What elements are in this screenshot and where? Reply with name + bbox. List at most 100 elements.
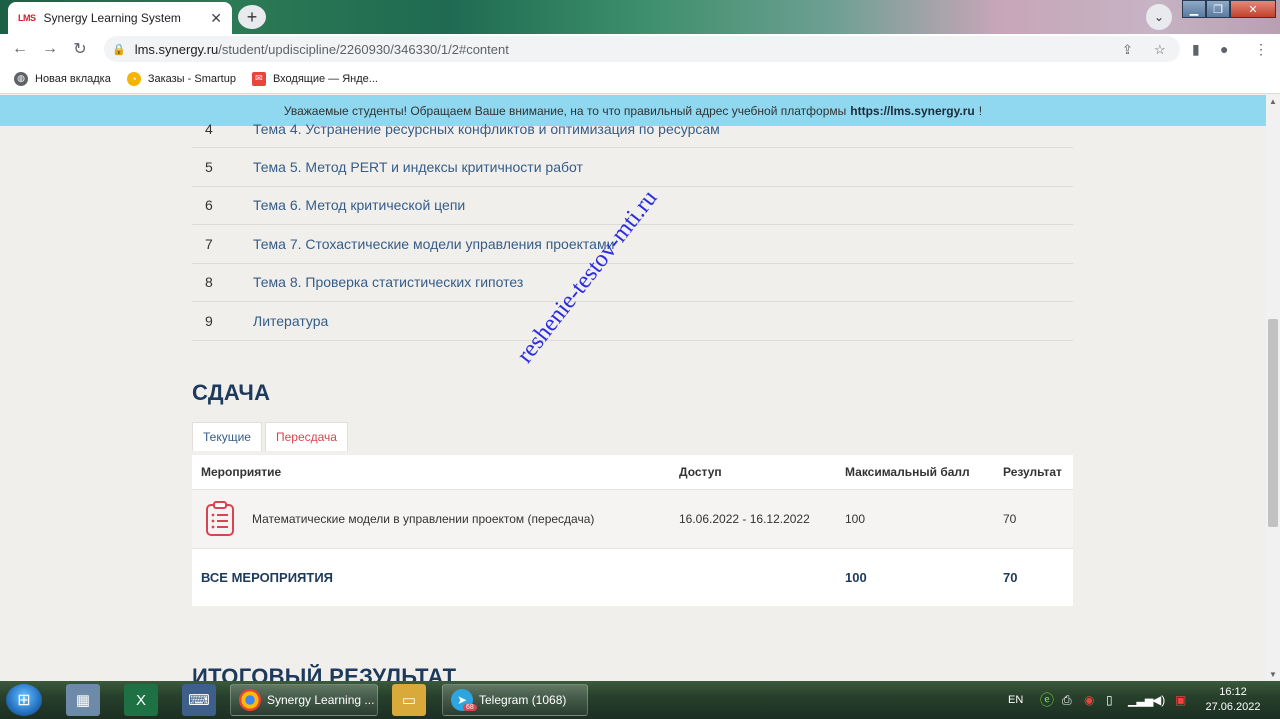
topic-link[interactable]: Тема 8. Проверка статистических гипотез [253,274,523,290]
battery-icon[interactable]: ▯ [1106,681,1113,719]
calculator-icon[interactable]: ▦ [66,684,100,716]
bookmark-label: Входящие — Янде... [272,72,378,85]
url-path: /student/updiscipline/2260930/346330/1/2… [218,41,509,57]
forward-arrow-icon[interactable]: → [40,39,60,59]
address-bar[interactable]: 🔒 lms.synergy.ru/student/updiscipline/22… [104,36,1180,62]
clock-date: 27.06.2022 [1205,701,1261,713]
chrome-icon [239,689,261,711]
bookmark-label: Заказы - Smartup [147,72,236,85]
lock-icon[interactable]: 🔒 [112,43,126,56]
antivirus-icon[interactable]: ◉ [1084,681,1094,719]
event-result: 70 [1003,512,1017,526]
bookmark-new-tab[interactable]: ◍ Новая вкладка [14,71,111,86]
window-minimize-button[interactable]: ▁ [1182,0,1206,18]
events-table: Мероприятие Доступ Максимальный балл Рез… [192,455,1073,606]
share-icon[interactable]: ⇪ [1122,42,1133,58]
taskbar-chrome-window[interactable]: Synergy Learning ... [230,684,378,716]
submission-section-title: СДАЧА [192,380,271,405]
clipboard-icon [206,501,234,536]
chrome-menu-icon[interactable]: ⋮ [1254,41,1268,58]
globe-icon: ◍ [14,71,28,86]
bookmarks-bar: ◍ Новая вкладка ◔ Заказы - Smartup ✉ Вхо… [0,64,1280,94]
tray-app-icon[interactable]: ⓔ [1040,681,1054,719]
start-button-windows-icon[interactable]: ⊞ [6,684,42,716]
pdf-reader-icon[interactable]: ▣ [1175,681,1186,719]
events-table-header: Мероприятие Доступ Максимальный балл Рез… [192,455,1073,490]
taskbar-telegram-window[interactable]: ➤ 68 Telegram (1068) [442,684,588,716]
topic-row: 9 Литература [192,302,1073,341]
bookmark-label: Новая вкладка [35,72,111,85]
tab-current[interactable]: Текущие [192,422,262,451]
submission-tabs: Текущие Пересдача [192,422,348,451]
window-close-button[interactable]: ✕ [1230,0,1276,18]
notice-link[interactable]: https://lms.synergy.ru [850,104,974,118]
column-header-access: Доступ [679,465,722,479]
event-cell: Математические модели в управлении проек… [192,501,670,537]
back-arrow-icon[interactable]: ← [10,39,30,59]
taskbar-telegram-label: Telegram (1068) [479,693,567,707]
total-label: ВСЕ МЕРОПРИЯТИЯ [201,570,334,585]
table-row[interactable]: Математические модели в управлении проек… [192,490,1073,549]
signal-icon[interactable]: ▁▃▅ [1128,681,1153,719]
topic-row: 4 Тема 4. Устранение ресурсных конфликто… [192,121,1073,148]
page-scrollbar[interactable]: ▲ ▼ [1266,95,1280,681]
topic-link[interactable]: Литература [253,313,328,329]
telegram-badge: 68 [463,704,477,711]
final-result-section-title: ИТОГОВЫЙ РЕЗУЛЬТАТ [192,664,457,681]
scroll-up-arrow-icon[interactable]: ▲ [1266,97,1280,106]
topic-number: 8 [205,274,213,291]
topic-number: 9 [205,312,213,329]
bookmark-star-icon[interactable]: ☆ [1154,42,1166,58]
column-header-event: Мероприятие [201,465,282,479]
events-total-row: ВСЕ МЕРОПРИЯТИЯ 100 70 [192,549,1073,606]
excel-icon[interactable]: X [124,684,158,716]
topic-link[interactable]: Тема 5. Метод PERT и индексы критичности… [253,159,583,175]
taskbar-chrome-label: Synergy Learning ... [267,693,375,707]
tab-retake[interactable]: Пересдача [264,422,348,451]
browser-tab[interactable]: LMS Synergy Learning System ✕ [8,2,232,34]
mail-icon: ✉ [251,71,266,86]
tab-search-chevron-icon[interactable]: ⌄ [1146,4,1172,30]
close-tab-icon[interactable]: ✕ [210,10,222,27]
event-max-score: 100 [845,512,866,526]
remote-desktop-icon[interactable]: ⌨ [182,684,216,716]
topic-row: 8 Тема 8. Проверка статистических гипоте… [192,264,1073,302]
side-panel-icon[interactable]: ▮ [1192,41,1200,58]
browser-toolbar: ← → ↻ 🔒 lms.synergy.ru/student/updiscipl… [0,34,1280,64]
notice-text: Уважаемые студенты! Обращаем Ваше вниман… [283,103,847,118]
event-title-link[interactable]: Математические модели в управлении проек… [252,512,594,526]
windows-taskbar: ⊞ ▦ X ⌨ Synergy Learning ... ▭ ➤ 68 Tele… [0,681,1280,719]
topic-number: 6 [205,197,213,214]
topic-link[interactable]: Тема 7. Стохастические модели управления… [253,236,614,252]
bookmark-yandex-mail[interactable]: ✉ Входящие — Янде... [251,71,378,86]
window-maximize-button[interactable]: ❐ [1206,0,1230,18]
file-explorer-folder-icon[interactable]: ▭ [392,684,426,716]
tab-title: Synergy Learning System [43,11,181,25]
language-indicator[interactable]: EN [1008,681,1023,719]
scroll-down-arrow-icon[interactable]: ▼ [1266,670,1280,679]
profile-avatar-icon[interactable]: ● [1220,41,1228,57]
topic-number: 7 [205,235,213,252]
clock-time: 16:12 [1219,686,1247,698]
column-header-max-score: Максимальный балл [845,465,970,479]
topic-link[interactable]: Тема 6. Метод критической цепи [253,197,465,213]
url-host: lms.synergy.ru [134,41,219,57]
topic-number: 4 [205,121,213,137]
bookmark-smartup[interactable]: ◔ Заказы - Smartup [126,71,236,86]
total-result: 70 [1003,570,1018,585]
reload-icon[interactable]: ↻ [70,39,90,59]
topic-link[interactable]: Тема 4. Устранение ресурсных конфликтов … [253,121,720,137]
total-max-score: 100 [845,570,867,585]
smartup-icon: ◔ [126,71,141,86]
volume-icon[interactable]: ◀) [1152,681,1165,719]
column-header-result: Результат [1003,465,1062,479]
event-access-dates: 16.06.2022 - 16.12.2022 [679,512,810,526]
notice-suffix: ! [978,103,983,118]
scroll-thumb[interactable] [1268,319,1278,527]
lms-favicon-icon: LMS [18,13,36,23]
topic-row: 5 Тема 5. Метод PERT и индексы критичнос… [192,148,1073,187]
browser-tab-bar: LMS Synergy Learning System ✕ + ⌄ ▁ ❐ ✕ [0,0,1280,34]
system-clock[interactable]: 16:12 27.06.2022 [1200,685,1266,715]
printer-icon[interactable]: ⎙ [1062,681,1072,719]
new-tab-button[interactable]: + [238,5,266,29]
